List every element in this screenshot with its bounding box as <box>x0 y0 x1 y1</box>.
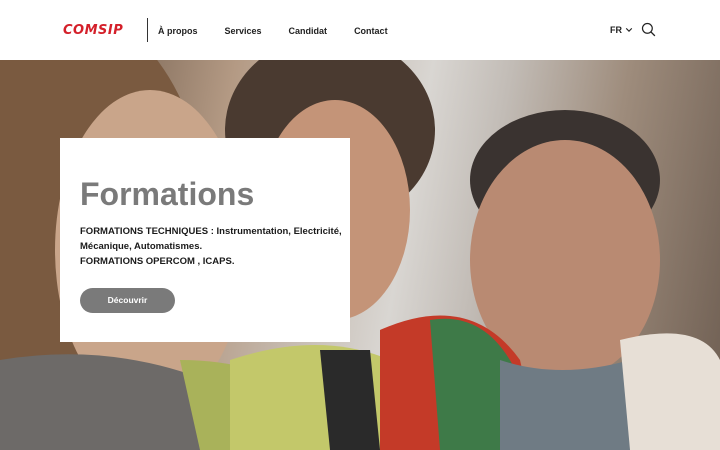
nav-item-candidat[interactable]: Candidat <box>289 23 328 39</box>
main-nav: À propos Services Candidat Contact <box>158 23 415 39</box>
language-label: FR <box>610 25 622 35</box>
chevron-down-icon <box>625 28 633 32</box>
hero-title: Formations <box>80 176 255 212</box>
language-selector[interactable]: FR <box>610 22 633 38</box>
logo-divider <box>147 18 148 42</box>
hero-description-line: Mécanique, Automatismes. <box>80 241 203 252</box>
site-header: COMSIP À propos Services Candidat Contac… <box>0 0 720 60</box>
nav-item-a-propos[interactable]: À propos <box>158 23 198 39</box>
nav-item-contact[interactable]: Contact <box>354 23 388 39</box>
hero-description-line: FORMATIONS TECHNIQUES : Instrumentation,… <box>80 226 342 237</box>
nav-item-services[interactable]: Services <box>225 23 262 39</box>
hero-description: FORMATIONS TECHNIQUES : Instrumentation,… <box>80 224 342 269</box>
search-icon[interactable] <box>641 22 656 37</box>
formations-card: Formations FORMATIONS TECHNIQUES : Instr… <box>60 138 350 342</box>
comsip-logo[interactable]: COMSIP <box>63 24 123 38</box>
decouvrir-button[interactable]: Découvrir <box>80 288 175 313</box>
hero-description-line: FORMATIONS OPERCOM , ICAPS. <box>80 256 235 267</box>
